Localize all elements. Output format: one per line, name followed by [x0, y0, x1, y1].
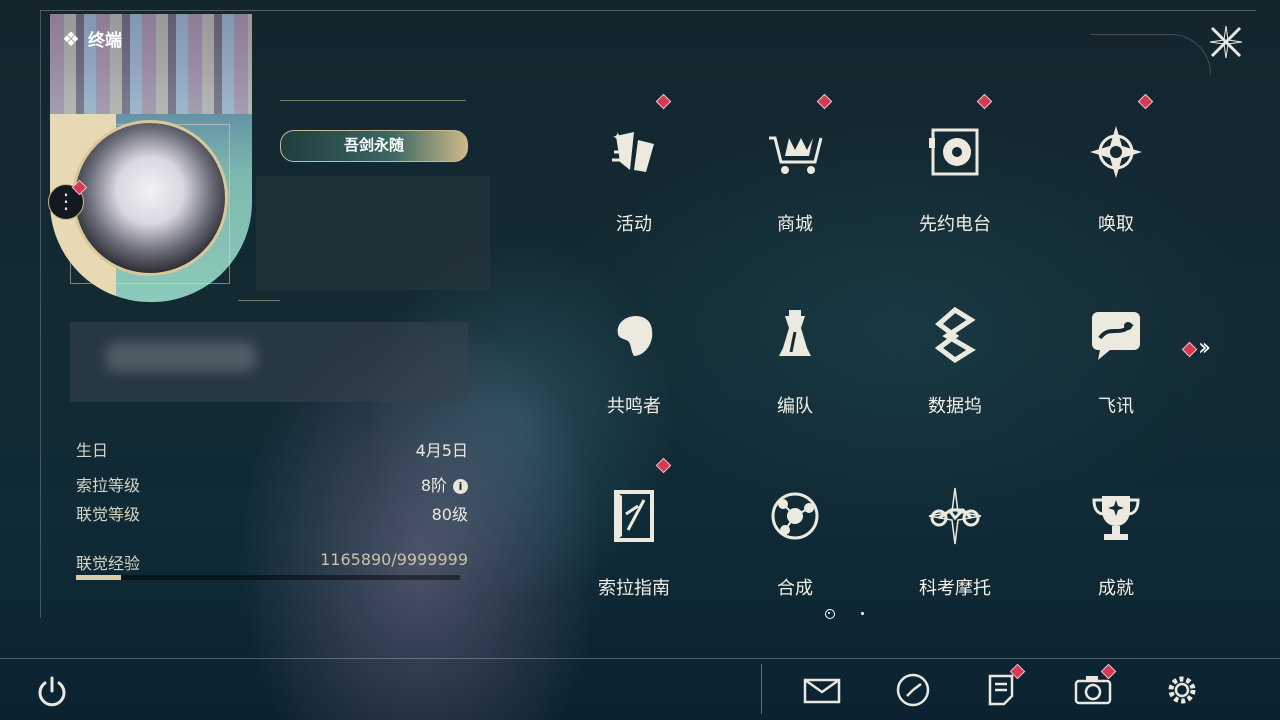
- page-dot[interactable]: [861, 612, 864, 615]
- info-label: 索拉等级: [76, 476, 141, 495]
- menu-item-badge: [1137, 93, 1154, 110]
- title-badge[interactable]: 吾剑永随: [280, 130, 468, 162]
- synthesis-icon: [771, 492, 819, 540]
- menu-item-badge: [816, 93, 833, 110]
- divider: [238, 300, 280, 301]
- settings-button[interactable]: [1162, 670, 1202, 710]
- terminal-icon: ❖: [62, 26, 80, 51]
- xp-progress-fill: [76, 575, 121, 580]
- avatar[interactable]: [72, 120, 228, 276]
- menu-item-label: 合成: [777, 578, 813, 599]
- radio-icon: [929, 128, 979, 176]
- close-icon: [1209, 25, 1243, 59]
- menu-item-label: 商城: [777, 214, 813, 235]
- activity-icon: ✦: [612, 130, 654, 172]
- team-chess-icon: [779, 310, 811, 356]
- info-value: 8阶 i: [421, 472, 468, 496]
- resonator-icon: [617, 316, 653, 356]
- notes-button[interactable]: [982, 663, 1026, 710]
- menu-item-badge: [655, 457, 672, 474]
- menu-item-motorcycle[interactable]: 科考摩托: [895, 460, 1015, 600]
- info-icon[interactable]: i: [453, 479, 468, 494]
- info-row-union-level: 联觉等级 80级: [76, 501, 468, 524]
- menu-item-label: 活动: [616, 214, 652, 235]
- info-label: 联觉经验: [76, 554, 141, 573]
- menu-item-badge: [655, 93, 672, 110]
- info-value: 80级: [431, 505, 468, 524]
- menu-item-label: 唤取: [1098, 214, 1134, 235]
- info-row-union-xp: 联觉经验 1165890/9999999: [76, 550, 468, 573]
- menu-item-label: 索拉指南: [598, 578, 670, 599]
- trophy-icon: [1092, 496, 1140, 540]
- menu-item-label: 成就: [1098, 578, 1134, 599]
- frame-divider-top: [40, 10, 1256, 11]
- info-row-birthday: 生日 4月5日: [76, 437, 468, 460]
- menu-item-radio[interactable]: 先约电台: [895, 93, 1015, 236]
- menu-item-activity[interactable]: ✦ 活动: [574, 93, 694, 236]
- next-page-badge: [1181, 341, 1198, 358]
- page-title: 终端: [87, 31, 122, 51]
- page-dot-active[interactable]: [825, 609, 835, 619]
- info-value-text: 8阶: [420, 476, 447, 495]
- frame-divider-left: [40, 10, 41, 618]
- bottom-separator: [761, 664, 762, 714]
- info-label: 生日: [76, 441, 109, 460]
- bottom-divider: [0, 658, 1280, 659]
- close-button[interactable]: [1206, 22, 1246, 62]
- summon-icon: [1090, 126, 1142, 178]
- menu-item-trophy[interactable]: 成就: [1056, 460, 1176, 600]
- menu-item-shop-cart[interactable]: 商城: [735, 93, 855, 236]
- info-row-sol-rank: 索拉等级 8阶 i: [76, 472, 468, 496]
- message-icon: [1092, 312, 1140, 360]
- settings-gear-icon: [1168, 676, 1196, 704]
- info-value: 1165890/9999999: [320, 550, 468, 569]
- xp-progress-bar: [76, 575, 460, 580]
- menu-item-message[interactable]: 飞讯: [1056, 278, 1176, 418]
- next-page-button[interactable]: ››: [1178, 333, 1224, 362]
- info-label: 联觉等级: [76, 505, 141, 524]
- clock-icon: [896, 673, 930, 707]
- data-dock-icon: [934, 306, 976, 364]
- signature-blurred: [70, 322, 468, 402]
- menu-item-summon[interactable]: 唤取: [1056, 93, 1176, 236]
- power-button[interactable]: [32, 672, 72, 712]
- menu-item-guide-book[interactable]: 索拉指南: [574, 457, 694, 600]
- svg-text:✦: ✦: [612, 130, 624, 146]
- menu-item-synthesis[interactable]: 合成: [735, 460, 855, 600]
- page-dot-active-center: [828, 612, 830, 614]
- guide-book-icon: [614, 490, 654, 542]
- mail-icon: [803, 678, 841, 704]
- info-value: 4月5日: [415, 441, 468, 460]
- mail-button[interactable]: [802, 670, 842, 710]
- menu-item-label: 飞讯: [1098, 396, 1134, 417]
- divider: [280, 100, 466, 101]
- double-chevron-right-icon: ››: [1198, 333, 1211, 361]
- menu-item-data-dock[interactable]: 数据坞: [895, 278, 1015, 418]
- motorcycle-icon: [928, 487, 982, 545]
- header: ❖ 终端: [62, 26, 122, 52]
- shop-cart-icon: [769, 136, 823, 174]
- menu-item-label: 编队: [777, 396, 813, 417]
- menu-item-team-chess[interactable]: 编队: [735, 278, 855, 418]
- camera-button[interactable]: [1073, 663, 1117, 710]
- frame-arc: [1090, 34, 1211, 75]
- menu-item-label: 共鸣者: [607, 396, 661, 417]
- menu-item-badge: [976, 93, 993, 110]
- power-icon: [38, 676, 66, 707]
- menu-item-label: 数据坞: [928, 396, 982, 417]
- menu-item-resonator[interactable]: 共鸣者: [574, 278, 694, 418]
- menu-item-label: 科考摩托: [919, 578, 991, 599]
- menu-item-label: 先约电台: [919, 214, 991, 235]
- player-name-blurred: [256, 176, 490, 290]
- clock-button[interactable]: [893, 670, 933, 710]
